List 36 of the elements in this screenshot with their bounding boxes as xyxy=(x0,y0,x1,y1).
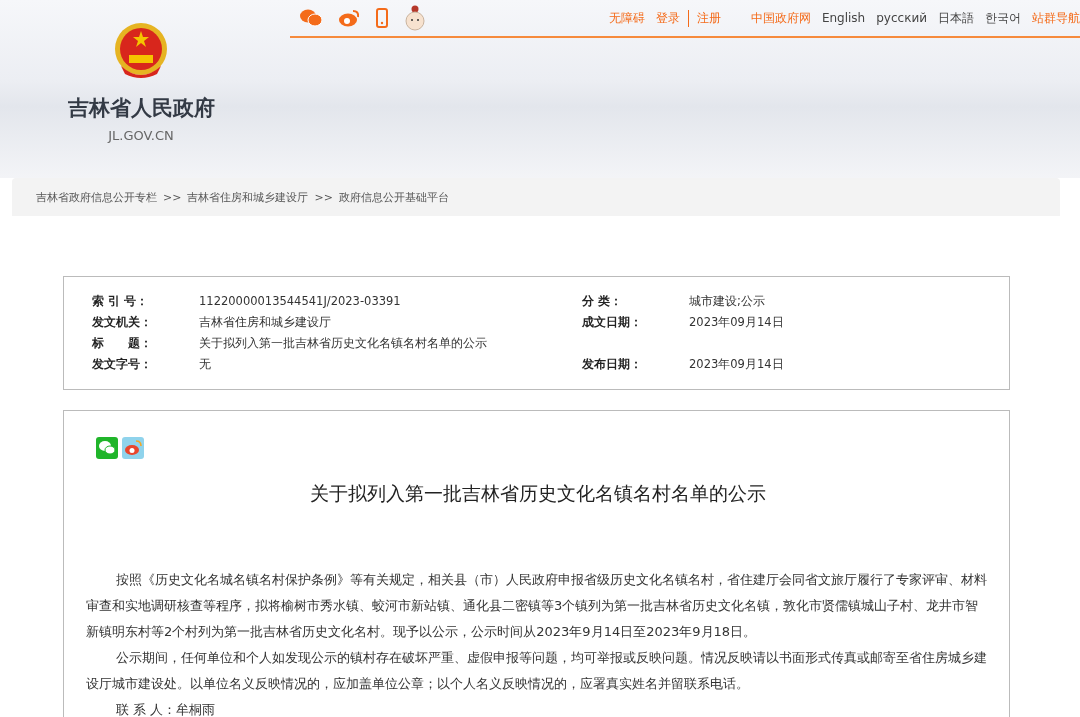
breadcrumb-link[interactable]: 吉林省住房和城乡建设厅 xyxy=(187,189,309,205)
nav-link[interactable]: English xyxy=(821,11,866,25)
breadcrumb-link[interactable]: 吉林省政府信息公开专栏 xyxy=(36,189,157,205)
article-paragraph: 按照《历史文化名城名镇名村保护条例》等有关规定，相关县（市）人民政府申报省级历史文化名镇名村，省住建厅会同省文旅厅履行了专家评审、材料审查和实地调研核查等程序，拟将榆树市秀水镇、蛟河市新站镇、通化县二密镇等3个镇列为第一批吉林省历史文化名镇，敦化市贤儒镇城山子村、龙井市智新镇明东村等2个村列为第一批吉林省历史文化名村。现予以公示，公示时间从2023年9月14日至2023年9月18日。 xyxy=(86,571,988,641)
nav-link[interactable]: 한국어 xyxy=(985,9,1021,27)
article-title: 关于拟列入第一批吉林省历史文化名镇名村名单的公示 xyxy=(308,481,767,506)
field-value: 无 xyxy=(199,356,212,373)
baby-face-icon[interactable] xyxy=(404,5,426,31)
field-label: 发布日期： xyxy=(582,356,643,373)
field-value: 吉林省住房和城乡建设厅 xyxy=(199,314,332,331)
nav-link[interactable]: русский xyxy=(876,11,927,25)
field-label: 分 类： xyxy=(582,293,623,310)
chat-share-icon[interactable] xyxy=(96,437,118,459)
article-paragraph: 公示期间，任何单位和个人如发现公示的镇村存在破坏严重、虚假申报等问题，均可举报或反映问题。情况反映请以书面形式传真或邮寄至省住房城乡建设厅城市建设处。以单位名义反映情况的，应加盖单位公章；以个人名义反映情况的，应署真实姓名并留联系电话。 xyxy=(86,649,988,693)
field-label: 发文字号： xyxy=(92,356,153,373)
field-value: 2023年09月14日 xyxy=(689,356,785,373)
field-value: 2023年09月14日 xyxy=(689,314,785,331)
field-label: 标 题： xyxy=(92,335,153,352)
phone-icon[interactable] xyxy=(376,8,388,28)
eye-share-icon[interactable] xyxy=(122,437,144,459)
field-label: 发文机关： xyxy=(92,314,153,331)
site-title: 吉林省人民政府 xyxy=(67,95,215,122)
eye-swirl-icon[interactable] xyxy=(338,9,360,27)
site-domain: JL.GOV.CN xyxy=(108,128,174,143)
field-value: 关于拟列入第一批吉林省历史文化名镇名村名单的公示 xyxy=(199,335,488,352)
breadcrumb-separator: >> xyxy=(314,190,333,204)
field-value: 11220000013544541J/2023-03391 xyxy=(199,293,402,310)
field-label: 索 引 号： xyxy=(92,293,149,310)
breadcrumb-link[interactable]: 政府信息公开基础平台 xyxy=(338,189,449,205)
nav-link[interactable]: 日本語 xyxy=(938,9,974,27)
article-paragraph: 联 系 人：牟桐雨 xyxy=(114,701,217,717)
field-label: 成文日期： xyxy=(582,314,643,331)
emblem-icon xyxy=(113,22,169,80)
chat-bubbles-icon[interactable] xyxy=(300,9,322,27)
field-value: 城市建设;公示 xyxy=(689,293,766,310)
breadcrumb-separator: >> xyxy=(163,190,182,204)
